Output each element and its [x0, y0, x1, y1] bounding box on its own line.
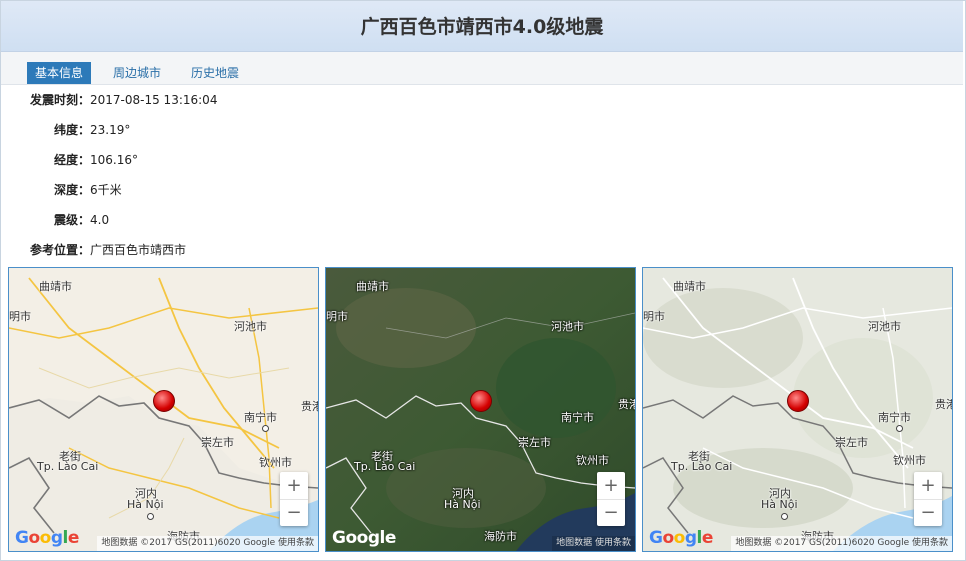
- zoom-control: + −: [914, 472, 942, 526]
- info-value: 广西百色市靖西市: [90, 243, 187, 257]
- info-row-depth: 深度：6千米: [0, 182, 320, 198]
- road-map[interactable]: 曲靖市 明市 河池市 南宁市 贵港 崇左市 钦州市 老街 Tp. Lào Cai…: [8, 267, 319, 552]
- map-label-qujing: 曲靖市: [673, 280, 706, 293]
- info-value: 6千米: [90, 183, 122, 197]
- info-row-time: 发震时刻：2017-08-15 13:16:04: [0, 92, 320, 108]
- info-row-magnitude: 震级：4.0: [0, 212, 320, 228]
- page-title: 广西百色市靖西市4.0级地震: [360, 16, 604, 38]
- map-label-guigang: 贵港: [618, 398, 635, 411]
- map-label-nanning: 南宁市: [878, 411, 911, 424]
- map-label-chongzuo: 崇左市: [518, 436, 551, 449]
- map-label-chongzuo: 崇左市: [835, 436, 868, 449]
- map-label-kunming: 明市: [9, 310, 31, 323]
- zoom-control: + −: [280, 472, 308, 526]
- zoom-in-button[interactable]: +: [914, 472, 942, 500]
- map-label-laocai: Tp. Lào Cai: [37, 460, 99, 473]
- info-label: 震级：: [53, 213, 90, 227]
- map-label-guigang: 贵港: [935, 398, 952, 411]
- map-label-hanoi-vn: Hà Nội: [127, 498, 164, 511]
- epicenter-marker[interactable]: [153, 390, 175, 412]
- map-label-hechi: 河池市: [868, 320, 901, 333]
- city-dot: [147, 513, 154, 520]
- map-label-nanning: 南宁市: [561, 411, 594, 424]
- google-logo: Google: [15, 528, 79, 548]
- header-bar: 广西百色市靖西市4.0级地震: [1, 1, 963, 52]
- map-label-qinzhou: 钦州市: [576, 454, 609, 467]
- zoom-in-button[interactable]: +: [597, 472, 625, 500]
- map-label-kunming: 明市: [326, 310, 348, 323]
- google-logo: Google: [332, 528, 396, 548]
- info-label: 纬度：: [53, 123, 90, 137]
- map-label-haiphong: 海防市: [484, 530, 517, 543]
- info-value: 2017-08-15 13:16:04: [90, 93, 218, 107]
- info-value: 106.16°: [90, 153, 138, 167]
- zoom-control: + −: [597, 472, 625, 526]
- map-label-laocai: Tp. Lào Cai: [671, 460, 733, 473]
- info-value: 23.19°: [90, 123, 131, 137]
- map-label-nanning: 南宁市: [244, 411, 277, 424]
- info-label: 经度：: [53, 153, 90, 167]
- info-label: 发震时刻：: [29, 93, 90, 107]
- info-label: 深度：: [53, 183, 90, 197]
- map-label-qinzhou: 钦州市: [259, 456, 292, 469]
- map-label-qujing: 曲靖市: [356, 280, 389, 293]
- info-row-latitude: 纬度：23.19°: [0, 122, 320, 138]
- map-label-hanoi-vn: Hà Nội: [761, 498, 798, 511]
- map-label-qinzhou: 钦州市: [893, 454, 926, 467]
- map-label-hechi: 河池市: [234, 320, 267, 333]
- zoom-out-button[interactable]: −: [280, 499, 308, 526]
- info-row-longitude: 经度：106.16°: [0, 152, 320, 168]
- city-dot: [781, 513, 788, 520]
- terrain-map[interactable]: 曲靖市 明市 河池市 南宁市 贵港 崇左市 钦州市 老街 Tp. Lào Cai…: [642, 267, 953, 552]
- city-dot: [262, 425, 269, 432]
- map-label-kunming: 明市: [643, 310, 665, 323]
- map-label-hechi: 河池市: [551, 320, 584, 333]
- tab-bar: 基本信息 周边城市 历史地震: [1, 52, 963, 85]
- map-attribution[interactable]: 地图数据 使用条款: [552, 536, 635, 551]
- epicenter-marker[interactable]: [470, 390, 492, 412]
- google-logo: Google: [649, 528, 713, 548]
- epicenter-marker[interactable]: [787, 390, 809, 412]
- tab-history-earthquakes[interactable]: 历史地震: [183, 62, 247, 84]
- zoom-in-button[interactable]: +: [280, 472, 308, 500]
- map-label-guigang: 贵港: [301, 400, 318, 413]
- map-label-laocai: Tp. Lào Cai: [354, 460, 416, 473]
- info-value: 4.0: [90, 213, 110, 227]
- tab-basic-info[interactable]: 基本信息: [27, 62, 92, 84]
- map-label-chongzuo: 崇左市: [201, 436, 234, 449]
- city-dot: [896, 425, 903, 432]
- info-row-location: 参考位置：广西百色市靖西市: [0, 242, 320, 258]
- zoom-out-button[interactable]: −: [914, 499, 942, 526]
- map-attribution[interactable]: 地图数据 ©2017 GS(2011)6020 Google 使用条款: [97, 536, 318, 551]
- zoom-out-button[interactable]: −: [597, 499, 625, 526]
- map-label-hanoi-vn: Hà Nội: [444, 498, 481, 511]
- satellite-map[interactable]: 曲靖市 明市 河池市 南宁市 贵港 崇左市 钦州市 老街 Tp. Lào Cai…: [325, 267, 636, 552]
- map-label-qujing: 曲靖市: [39, 280, 72, 293]
- info-label: 参考位置：: [29, 243, 90, 257]
- tab-nearby-cities[interactable]: 周边城市: [105, 62, 169, 84]
- map-attribution[interactable]: 地图数据 ©2017 GS(2011)6020 Google 使用条款: [731, 536, 952, 551]
